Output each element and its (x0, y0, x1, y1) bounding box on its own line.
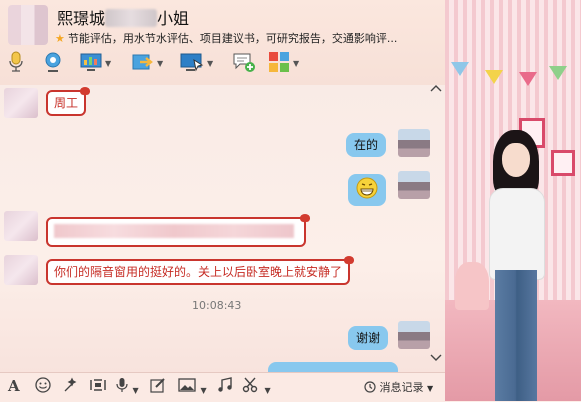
screenshot-icon[interactable] (89, 377, 107, 397)
chevron-down-icon[interactable]: ▼ (200, 386, 206, 395)
message-bubble[interactable]: 周工 (46, 87, 91, 116)
file-transfer-button[interactable]: ▼ (132, 52, 163, 74)
redacted-message (54, 223, 294, 238)
side-table (455, 262, 489, 310)
microphone-icon (8, 51, 24, 76)
image-icon[interactable]: ▼ (178, 377, 207, 397)
message-history-button[interactable]: 消息记录 ▼ (364, 379, 433, 395)
contact-avatar[interactable] (4, 255, 38, 285)
apps-grid-button[interactable]: ▼ (268, 51, 299, 76)
message-bubble[interactable]: 谢谢 (348, 326, 389, 350)
pennant-decoration (451, 62, 469, 76)
message-bubble[interactable] (46, 214, 310, 247)
pennant-decoration (549, 66, 567, 80)
create-discussion-icon (232, 51, 256, 76)
message-text: 谢谢 (356, 331, 381, 345)
character-face (502, 143, 530, 177)
contact-name[interactable]: 熙璟城 小姐 (57, 5, 189, 29)
my-avatar[interactable] (398, 321, 430, 349)
contact-signature: ★ 节能评估，用水节水评估、项目建议书，可研究报告，交通影响评... (55, 32, 398, 45)
chevron-down-icon[interactable]: ▼ (157, 59, 163, 68)
file-transfer-icon (132, 52, 154, 75)
character-showcase (445, 0, 581, 401)
chevron-down-icon[interactable]: ▼ (132, 386, 138, 395)
action-toolbar: ▼ ▼ ▼ ▼ (0, 50, 330, 78)
my-avatar[interactable] (398, 129, 430, 157)
apps-grid-icon (268, 51, 290, 76)
star-icon: ★ (55, 32, 65, 45)
contact-avatar[interactable] (4, 211, 38, 241)
input-toolbar: A ▼ ▼ ▼ 消息记录 ▼ (0, 372, 450, 402)
message-timestamp: 10:08:43 (192, 299, 242, 312)
clock-icon (364, 381, 380, 394)
remote-desktop-button[interactable]: ▼ (80, 52, 111, 74)
scissors-icon[interactable]: ▼ (242, 377, 271, 397)
message-text: 周工 (54, 96, 79, 110)
music-icon[interactable] (217, 377, 233, 397)
font-icon[interactable]: A (8, 377, 20, 395)
remote-desktop-icon (80, 52, 102, 75)
message-bubble[interactable]: 你们的隔音窗用的挺好的。关上以后卧室晚上就安静了 (46, 256, 355, 285)
video-call-button[interactable] (42, 52, 64, 74)
screen-share-button[interactable]: ▼ (180, 52, 213, 74)
chevron-down-icon[interactable]: ▼ (264, 386, 270, 395)
voice-icon[interactable]: ▼ (116, 377, 139, 397)
my-avatar[interactable] (398, 171, 430, 199)
create-discussion-button[interactable] (232, 52, 256, 74)
message-bubble[interactable]: 在的 (346, 133, 387, 157)
scroll-up-icon[interactable] (430, 82, 442, 95)
emoji-icon[interactable] (35, 377, 51, 397)
message-text: 你们的隔音窗用的挺好的。关上以后卧室晚上就安静了 (54, 265, 343, 279)
contact-avatar[interactable] (8, 5, 48, 45)
microphone-button[interactable] (8, 51, 24, 76)
scroll-down-icon[interactable] (430, 352, 442, 365)
chevron-down-icon[interactable]: ▼ (293, 59, 299, 68)
redacted-name (105, 9, 158, 27)
wall-picture (551, 150, 575, 176)
grinning-face-icon (356, 177, 378, 202)
video-camera-icon (42, 51, 64, 76)
magic-icon[interactable] (63, 377, 79, 397)
bow-decoration (80, 87, 91, 95)
doodle-icon[interactable] (150, 377, 166, 397)
character-jeans (495, 270, 537, 401)
pennant-decoration (485, 70, 503, 84)
chevron-down-icon[interactable]: ▼ (207, 59, 213, 68)
chevron-down-icon[interactable]: ▼ (105, 59, 111, 68)
message-bubble[interactable] (348, 174, 386, 206)
screen-share-icon (180, 52, 204, 75)
character-sweater (489, 188, 545, 280)
message-bubble[interactable] (268, 362, 398, 372)
pennant-decoration (519, 72, 537, 86)
bow-decoration (344, 256, 355, 264)
bow-decoration (300, 214, 310, 222)
contact-avatar[interactable] (4, 88, 38, 118)
message-text: 在的 (354, 138, 379, 152)
chevron-down-icon: ▼ (427, 384, 434, 393)
